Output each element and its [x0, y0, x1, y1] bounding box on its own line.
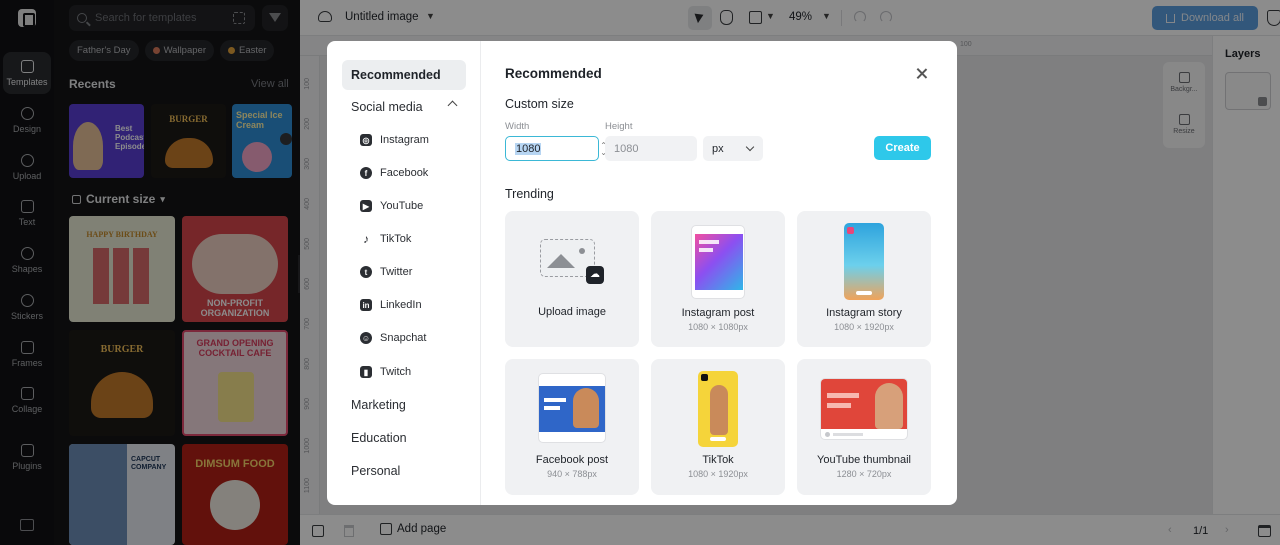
nav-label: Personal — [351, 464, 401, 478]
chevron-up-icon — [447, 100, 458, 111]
nav-linkedin[interactable]: in LinkedIn — [360, 293, 422, 317]
nav-education[interactable]: Education — [342, 423, 466, 453]
story-button — [856, 291, 872, 295]
mountain-shape — [547, 254, 575, 268]
twitter-icon: t — [360, 266, 372, 278]
text-line — [699, 248, 713, 252]
instagram-icon: ◎ — [360, 134, 372, 146]
width-value: 1080 — [515, 142, 542, 155]
tiktok-button — [710, 437, 726, 441]
card-instagram-story[interactable]: Instagram story 1080 × 1920px — [797, 211, 931, 347]
text-line — [833, 433, 863, 436]
card-size: 1080 × 1080px — [688, 322, 748, 332]
height-field[interactable]: 1080 — [605, 136, 697, 161]
facebook-icon: f — [360, 167, 372, 179]
new-design-dialog: Recommended Social media ◎ Instagram f F… — [327, 41, 957, 505]
text-line — [544, 398, 566, 402]
nav-recommended[interactable]: Recommended — [342, 60, 466, 90]
tiktok-preview — [698, 371, 738, 447]
man-photo — [875, 383, 903, 429]
nav-label: Social media — [351, 100, 423, 114]
twitch-icon: ▮ — [360, 366, 372, 378]
nav-marketing[interactable]: Marketing — [342, 390, 466, 420]
nav-label: LinkedIn — [380, 299, 422, 311]
text-line — [827, 403, 851, 408]
dialog-sidebar: Recommended Social media ◎ Instagram f F… — [327, 41, 481, 505]
text-line — [699, 240, 719, 244]
card-size: 1080 × 1920px — [834, 322, 894, 332]
nav-label: Recommended — [351, 68, 441, 82]
nav-instagram[interactable]: ◎ Instagram — [360, 128, 429, 152]
close-icon[interactable] — [915, 67, 929, 81]
card-size: 940 × 788px — [547, 469, 597, 479]
dialog-content: Recommended Custom size Width Height 108… — [481, 41, 957, 505]
card-tiktok[interactable]: TikTok 1080 × 1920px — [651, 359, 785, 495]
nav-twitter[interactable]: t Twitter — [360, 260, 412, 284]
card-youtube-thumbnail[interactable]: YouTube thumbnail 1280 × 720px — [797, 359, 931, 495]
nav-snapchat[interactable]: ☺ Snapchat — [360, 326, 426, 350]
nav-label: Snapchat — [380, 332, 427, 344]
youtube-thumbnail-preview — [820, 378, 908, 440]
nav-facebook[interactable]: f Facebook — [360, 161, 428, 185]
nav-label: Marketing — [351, 398, 406, 412]
tiktok-icon — [701, 374, 708, 381]
nav-label: Instagram — [380, 134, 429, 146]
nav-social-media[interactable]: Social media — [342, 92, 466, 122]
nav-tiktok[interactable]: ♪ TikTok — [360, 227, 411, 251]
card-title: Instagram post — [681, 307, 755, 319]
card-size: 1080 × 1920px — [688, 469, 748, 479]
nav-personal[interactable]: Personal — [342, 456, 466, 486]
unit-value: px — [712, 142, 724, 155]
tiktok-icon: ♪ — [363, 232, 369, 246]
custom-size-heading: Custom size — [505, 97, 574, 111]
create-button[interactable]: Create — [874, 136, 931, 160]
nav-label: Twitch — [380, 366, 412, 378]
channel-avatar — [825, 432, 830, 437]
facebook-post-preview — [538, 373, 606, 443]
instagram-icon — [847, 227, 854, 234]
card-instagram-post[interactable]: Instagram post 1080 × 1080px — [651, 211, 785, 347]
card-title: YouTube thumbnail — [817, 454, 911, 466]
card-title: Upload image — [538, 306, 606, 318]
width-field[interactable]: 1080 ⌃ ⌄ — [505, 136, 607, 161]
card-size: 1280 × 720px — [836, 469, 892, 479]
card-title: Instagram story — [826, 307, 902, 319]
upload-cloud-icon: ☁ — [586, 266, 604, 284]
instagram-post-preview — [691, 225, 745, 299]
sun-shape — [579, 248, 585, 254]
nav-label: TikTok — [380, 233, 412, 245]
height-value: 1080 — [614, 142, 639, 155]
width-label: Width — [505, 121, 530, 132]
instagram-story-preview — [844, 223, 884, 300]
nav-youtube[interactable]: ▶ YouTube — [360, 194, 423, 218]
youtube-icon: ▶ — [360, 200, 372, 212]
card-title: Facebook post — [535, 454, 609, 466]
height-label: Height — [605, 121, 633, 132]
nav-label: Twitter — [380, 266, 413, 278]
woman-photo — [710, 385, 728, 435]
card-upload-image[interactable]: ☁ Upload image — [505, 211, 639, 347]
chevron-down-icon — [745, 142, 755, 152]
snapchat-icon: ☺ — [360, 332, 372, 344]
dialog-title: Recommended — [505, 66, 602, 81]
card-title: TikTok — [702, 454, 734, 466]
card-facebook-post[interactable]: Facebook post 940 × 788px — [505, 359, 639, 495]
linkedin-icon: in — [360, 299, 372, 311]
nav-label: YouTube — [380, 200, 424, 212]
nav-twitch[interactable]: ▮ Twitch — [360, 360, 411, 384]
text-line — [827, 393, 859, 398]
woman-photo — [573, 388, 599, 428]
nav-label: Facebook — [380, 167, 429, 179]
nav-label: Education — [351, 431, 407, 445]
trending-heading: Trending — [505, 187, 554, 201]
text-line — [544, 406, 560, 410]
unit-select[interactable]: px — [703, 136, 763, 161]
